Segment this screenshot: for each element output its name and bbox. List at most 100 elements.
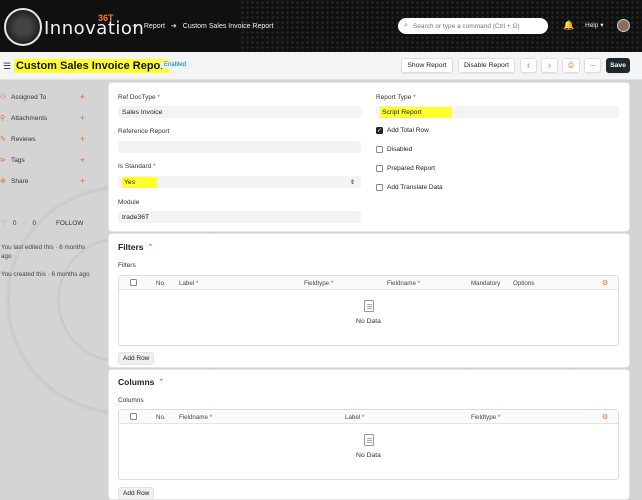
columns-table-label: Columns xyxy=(118,397,144,404)
col-fieldtype: Fieldtype * xyxy=(471,414,501,421)
columns-section-title[interactable]: Columns ⌃ xyxy=(118,377,164,387)
chevron-up-icon[interactable]: ⌃ xyxy=(148,243,154,251)
checkbox-icon[interactable] xyxy=(376,165,383,172)
checkbox-checked-icon[interactable]: ✓ xyxy=(376,127,383,134)
disabled-checkbox[interactable]: Disabled xyxy=(376,146,412,153)
follow-button[interactable]: FOLLOW xyxy=(56,220,83,227)
is-standard-select[interactable]: Yes ⇕ xyxy=(118,176,361,188)
add-icon[interactable]: + xyxy=(80,155,85,165)
col-label: Label * xyxy=(345,414,365,421)
chevron-down-icon: ▾ xyxy=(600,22,604,29)
sidebar-item-share[interactable]: ⊕ Share + xyxy=(0,175,90,187)
breadcrumb: ➜ Report ➜ Custom Sales Invoice Report xyxy=(132,22,274,31)
show-report-button[interactable]: Show Report xyxy=(401,58,453,73)
brand-name[interactable]: Innovation xyxy=(44,18,144,39)
help-label: Help xyxy=(585,22,599,29)
help-menu[interactable]: Help ▾ xyxy=(585,21,603,29)
chevron-right-icon: ➜ xyxy=(132,23,138,30)
breadcrumb-current[interactable]: Custom Sales Invoice Report xyxy=(183,23,274,30)
chevron-up-icon[interactable]: ⌃ xyxy=(158,378,164,386)
paperclip-icon: ⚲ xyxy=(0,115,6,122)
checkbox-icon[interactable] xyxy=(376,146,383,153)
sidebar-item-tags[interactable]: ⊳ Tags + xyxy=(0,154,90,166)
gear-icon[interactable]: ⚙ xyxy=(602,279,608,287)
search-icon: ⌕ xyxy=(404,22,408,29)
top-navbar: Innovation 36T ➜ Report ➜ Custom Sales I… xyxy=(0,0,642,52)
comments-count: 0 xyxy=(32,219,36,227)
ref-doctype-field[interactable]: Sales Invoice xyxy=(118,106,361,118)
document-icon xyxy=(363,434,374,446)
is-standard-value: Yes xyxy=(122,176,158,188)
select-all-checkbox[interactable] xyxy=(130,279,137,286)
ref-doctype-label: Ref DocType * xyxy=(118,94,160,101)
print-icon[interactable]: ⎙ xyxy=(562,58,580,73)
col-options: Options xyxy=(513,280,535,287)
prepared-report-checkbox[interactable]: Prepared Report xyxy=(376,165,435,172)
no-data-text: No Data xyxy=(356,452,381,459)
checkbox-label: Disabled xyxy=(387,146,413,153)
filters-section-title[interactable]: Filters ⌃ xyxy=(118,242,153,252)
add-column-row-button[interactable]: Add Row xyxy=(118,487,155,500)
search-bar[interactable]: ⌕ xyxy=(398,18,548,34)
comment-icon[interactable]: ◌ xyxy=(22,220,26,227)
brand-logo[interactable] xyxy=(4,8,42,46)
add-total-row-checkbox[interactable]: ✓ Add Total Row xyxy=(376,127,429,134)
checkbox-label: Add Translate Data xyxy=(387,184,443,191)
table-header: No. Fieldname * Label * Fieldtype * ⚙ xyxy=(119,410,618,424)
add-icon[interactable]: + xyxy=(80,92,85,102)
prev-doc-button[interactable]: ‹ xyxy=(520,58,537,73)
module-label: Module xyxy=(118,199,140,206)
add-icon[interactable]: + xyxy=(80,176,85,186)
is-standard-label: Is Standard * xyxy=(118,163,156,170)
likes-count: 0 xyxy=(12,219,17,227)
sidebar-item-reviews[interactable]: ✎ Reviews + xyxy=(0,133,90,145)
search-input[interactable] xyxy=(412,22,538,30)
sidebar-item-label: Attachments xyxy=(11,114,48,122)
checkbox-label: Add Total Row xyxy=(387,127,429,134)
col-fieldtype: Fieldtype * xyxy=(304,280,334,287)
add-icon[interactable]: + xyxy=(80,134,85,144)
table-header: No. Label * Fieldtype * Fieldname * Mand… xyxy=(119,276,618,290)
sidebar-item-label: Share xyxy=(11,177,29,185)
col-mandatory: Mandatory xyxy=(471,280,501,287)
add-filter-row-button[interactable]: Add Row xyxy=(118,352,155,365)
report-type-select[interactable]: Script Report xyxy=(376,106,619,118)
brand-badge: 36T xyxy=(98,13,114,23)
page-title: Custom Sales Invoice Report xyxy=(14,59,171,73)
gear-icon[interactable]: ⚙ xyxy=(602,413,608,421)
sidebar-toggle-icon[interactable]: ☰ xyxy=(3,61,11,72)
checkbox-label: Prepared Report xyxy=(387,165,436,172)
columns-table: No. Fieldname * Label * Fieldtype * ⚙ No… xyxy=(118,409,619,480)
no-data-text: No Data xyxy=(356,318,381,325)
engagement-stats: ♡ 0 ◌ 0 FOLLOW xyxy=(1,219,83,228)
sidebar-item-attachments[interactable]: ⚲ Attachments + xyxy=(0,112,90,124)
reference-report-label: Reference Report xyxy=(118,128,170,135)
sidebar-item-label: Tags xyxy=(11,156,25,164)
document-icon xyxy=(363,300,374,312)
breadcrumb-report[interactable]: Report xyxy=(144,23,165,30)
empty-state: No Data xyxy=(119,434,618,459)
user-avatar[interactable] xyxy=(617,19,630,32)
heart-icon[interactable]: ♡ xyxy=(1,219,7,227)
filters-table: No. Label * Fieldtype * Fieldname * Mand… xyxy=(118,275,619,346)
add-icon[interactable]: + xyxy=(80,113,85,123)
sidebar-item-assigned-to[interactable]: ⚇ Assigned To + xyxy=(0,91,90,103)
chevron-right-icon: ➜ xyxy=(170,23,177,30)
empty-state: No Data xyxy=(119,300,618,325)
next-doc-button[interactable]: › xyxy=(541,58,558,73)
module-field[interactable]: trade36T xyxy=(118,211,361,223)
reference-report-field[interactable] xyxy=(118,141,361,153)
save-button[interactable]: Save xyxy=(606,58,630,73)
more-actions-button[interactable]: ··· xyxy=(584,58,601,73)
notification-bell-icon[interactable]: 🔔 xyxy=(563,20,574,31)
details-section xyxy=(108,82,630,232)
add-translate-data-checkbox[interactable]: Add Translate Data xyxy=(376,184,443,191)
select-all-checkbox[interactable] xyxy=(130,413,137,420)
created-note: You created this · 6 months ago xyxy=(1,271,90,278)
form-sidebar: ⚇ Assigned To + ⚲ Attachments + ✎ Review… xyxy=(0,82,102,500)
disable-report-button[interactable]: Disable Report xyxy=(458,58,515,73)
report-type-value: Script Report xyxy=(380,106,452,118)
checkbox-icon[interactable] xyxy=(376,184,383,191)
select-arrows-icon: ⇕ xyxy=(349,179,355,186)
share-icon: ⊕ xyxy=(0,178,6,185)
